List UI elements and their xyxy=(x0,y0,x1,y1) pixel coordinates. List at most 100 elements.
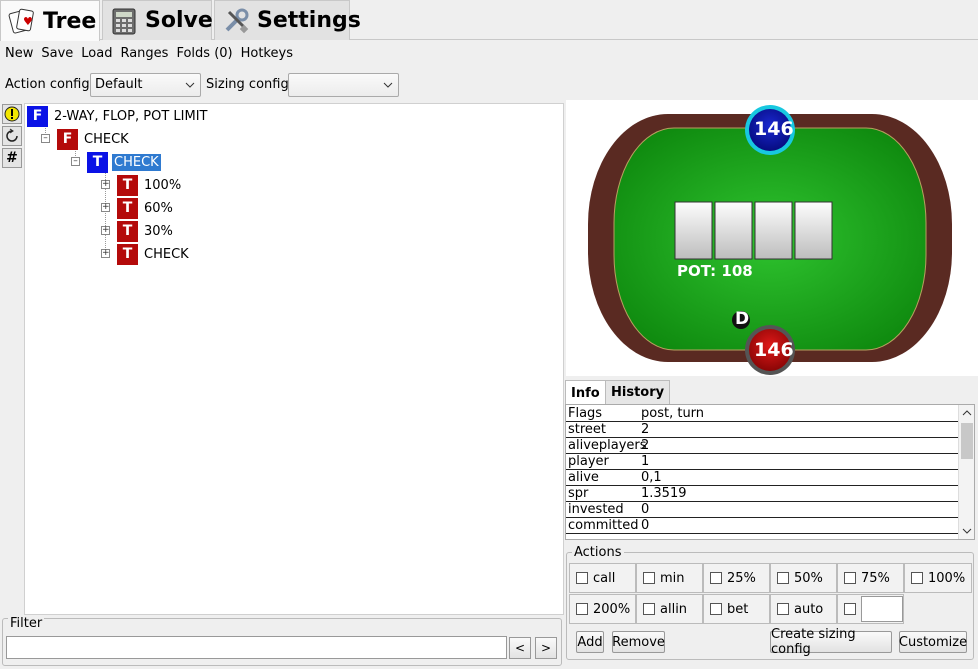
info-value: 0 xyxy=(641,518,650,533)
checkbox[interactable] xyxy=(777,572,789,584)
chevron-down-icon xyxy=(185,82,195,88)
action-bet[interactable]: bet xyxy=(703,594,770,624)
board-card xyxy=(714,201,753,260)
action-auto[interactable]: auto xyxy=(770,594,837,624)
checkbox[interactable] xyxy=(844,572,856,584)
action-min[interactable]: min xyxy=(636,563,703,593)
action-config-label: Action config: xyxy=(5,77,95,92)
remove-button[interactable]: Remove xyxy=(612,631,665,653)
checkbox[interactable] xyxy=(643,572,655,584)
info-key: committed xyxy=(568,518,639,533)
filter-prev-button[interactable]: < xyxy=(509,637,531,659)
add-button[interactable]: Add xyxy=(576,631,604,653)
checkbox[interactable] xyxy=(911,572,923,584)
tab-tree[interactable]: ♥ Tree xyxy=(0,0,100,41)
checkbox[interactable] xyxy=(576,572,588,584)
node-label: CHECK xyxy=(84,131,129,147)
action-50[interactable]: 50% xyxy=(770,563,837,593)
expand-toggle[interactable]: + xyxy=(101,203,110,212)
tab-history-label: History xyxy=(611,385,665,400)
pot-label: POT: 108 xyxy=(677,262,753,280)
tree-node-bet-100[interactable]: T 100% xyxy=(117,174,181,196)
action-200[interactable]: 200% xyxy=(569,594,636,624)
custom-size-input[interactable] xyxy=(861,596,903,622)
tree-node-root[interactable]: F 2-WAY, FLOP, POT LIMIT xyxy=(27,105,207,127)
info-scrollbar[interactable] xyxy=(958,405,974,539)
action-allin[interactable]: allin xyxy=(636,594,703,624)
info-key: street xyxy=(568,422,607,437)
tab-settings[interactable]: Settings xyxy=(214,0,361,40)
action-call[interactable]: call xyxy=(569,563,636,593)
node-label: CHECK xyxy=(144,246,189,262)
menu-save[interactable]: Save xyxy=(36,44,76,64)
info-key: invested xyxy=(568,502,624,517)
node-badge: T xyxy=(117,243,138,265)
tree-node-bet-30[interactable]: T 30% xyxy=(117,220,173,242)
tab-solve-label: Solve xyxy=(145,8,213,33)
refresh-button[interactable] xyxy=(2,126,22,146)
info-key: aliveplayers xyxy=(568,438,647,453)
expand-toggle[interactable]: + xyxy=(101,249,110,258)
menu-new[interactable]: New xyxy=(0,44,36,64)
hash-icon: # xyxy=(6,150,18,166)
cards-icon: ♥ xyxy=(7,6,37,36)
checkbox[interactable] xyxy=(844,603,856,615)
tree-node-bet-60[interactable]: T 60% xyxy=(117,197,173,219)
info-row: player 1 xyxy=(566,454,958,470)
action-25[interactable]: 25% xyxy=(703,563,770,593)
tab-history[interactable]: History xyxy=(605,380,671,404)
filter-input[interactable] xyxy=(6,636,507,659)
action-label: 200% xyxy=(593,601,631,617)
node-label: 60% xyxy=(144,200,173,216)
checkbox[interactable] xyxy=(710,572,722,584)
menu-hotkeys[interactable]: Hotkeys xyxy=(236,44,296,64)
warning-button[interactable] xyxy=(2,104,22,124)
action-tree[interactable]: F 2-WAY, FLOP, POT LIMIT – F CHECK – T C… xyxy=(24,103,564,615)
info-row: alive 0,1 xyxy=(566,470,958,486)
tab-solve[interactable]: Solve xyxy=(102,0,213,40)
checkbox[interactable] xyxy=(576,603,588,615)
collapse-toggle[interactable]: – xyxy=(71,157,80,166)
expand-toggle[interactable]: + xyxy=(101,180,110,189)
expand-toggle[interactable]: + xyxy=(101,226,110,235)
action-config-select[interactable]: Default xyxy=(90,73,201,97)
menu-folds[interactable]: Folds (0) xyxy=(171,44,235,64)
customize-button[interactable]: Customize xyxy=(899,631,967,653)
calculator-icon xyxy=(109,6,139,36)
info-value: 1 xyxy=(641,454,650,469)
checkbox[interactable] xyxy=(643,603,655,615)
action-label: bet xyxy=(727,601,749,617)
scrollbar-arrows xyxy=(961,410,973,534)
node-badge: T xyxy=(117,174,138,196)
collapse-toggle[interactable]: – xyxy=(41,134,50,143)
node-badge: F xyxy=(57,128,78,150)
create-sizing-config-button[interactable]: Create sizing config xyxy=(770,627,892,657)
tree-node-check-1[interactable]: F CHECK xyxy=(57,128,129,150)
svg-text:♥: ♥ xyxy=(23,15,33,28)
info-value: 0 xyxy=(641,502,650,517)
sizing-config-label: Sizing config: xyxy=(206,77,294,92)
action-custom[interactable] xyxy=(837,594,904,624)
info-key: spr xyxy=(568,486,589,501)
bottom-stack: 146 xyxy=(754,339,794,361)
filter-next-button[interactable]: > xyxy=(535,637,557,659)
hash-button[interactable]: # xyxy=(2,148,22,168)
info-value: 1.3519 xyxy=(641,486,687,501)
action-75[interactable]: 75% xyxy=(837,563,904,593)
node-badge: T xyxy=(117,220,138,242)
checkbox[interactable] xyxy=(710,603,722,615)
info-key: Flags xyxy=(568,406,603,421)
info-table[interactable]: Flags post, turn street 2 aliveplayers 2 pl… xyxy=(565,404,975,540)
tab-info[interactable]: Info xyxy=(565,380,606,405)
tree-node-check-2-selected[interactable]: T CHECK xyxy=(87,151,161,173)
tab-tree-label: Tree xyxy=(43,8,97,34)
sizing-config-select[interactable] xyxy=(288,73,399,97)
tree-node-check-3[interactable]: T CHECK xyxy=(117,243,189,265)
dealer-label: D xyxy=(735,309,750,329)
action-100[interactable]: 100% xyxy=(904,563,972,593)
info-value: 0,1 xyxy=(641,470,662,485)
action-label: call xyxy=(593,570,616,586)
menu-ranges[interactable]: Ranges xyxy=(115,44,171,64)
checkbox[interactable] xyxy=(777,603,789,615)
menu-load[interactable]: Load xyxy=(76,44,115,64)
